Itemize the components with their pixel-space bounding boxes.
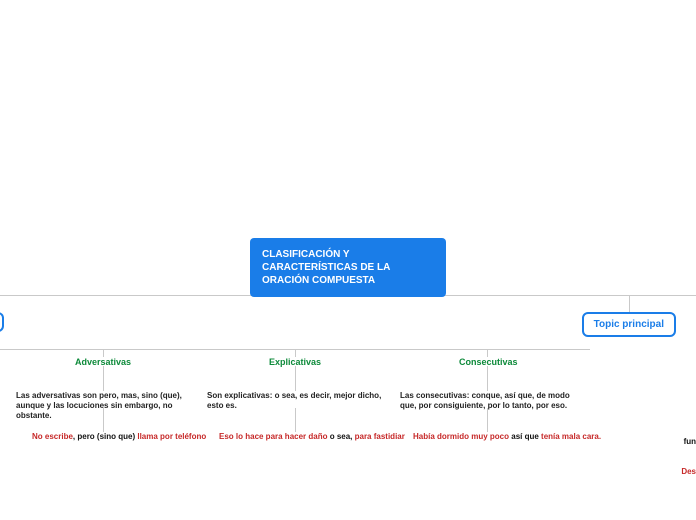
- col-explicativas-example: Eso lo hace para hacer daño o sea, para …: [219, 432, 405, 441]
- ex-exp-p3: para fastidiar: [355, 432, 405, 441]
- connector-h-main-right: [630, 295, 696, 296]
- col-explicativas-desc: Son explicativas: o sea, es decir, mejor…: [207, 391, 385, 411]
- topic-principal-label: Topic principal: [594, 319, 664, 330]
- col-adversativas-title[interactable]: Adversativas: [75, 357, 131, 367]
- conn-con-up: [487, 349, 488, 357]
- root-title: CLASIFICACIÓN Y CARACTERÍSTICAS DE LA OR…: [262, 249, 390, 286]
- conn-exp-up: [295, 349, 296, 357]
- connector-right-down: [629, 295, 630, 312]
- col-consecutivas-desc: Las consecutivas: conque, así que, de mo…: [400, 391, 575, 411]
- topic-edge-left[interactable]: [0, 312, 4, 332]
- ex-adv-p2: , pero (sino que): [73, 432, 137, 441]
- edge-text-des: Des: [681, 467, 696, 476]
- ex-con-p3: tenía mala cara.: [541, 432, 601, 441]
- col-adversativas-desc: Las adversativas son pero, mas, sino (qu…: [16, 391, 196, 421]
- ex-exp-p2: o sea,: [327, 432, 354, 441]
- conn-con-1: [487, 366, 488, 391]
- ex-exp-p1: Eso lo hace para hacer daño: [219, 432, 327, 441]
- conn-adv-up: [103, 349, 104, 357]
- ex-con-p2: así que: [509, 432, 541, 441]
- conn-exp-2: [295, 408, 296, 432]
- col-adversativas-example: No escribe, pero (sino que) llama por te…: [32, 432, 206, 441]
- ex-adv-p1: No escribe: [32, 432, 73, 441]
- col-consecutivas-example: Había dormido muy poco así que tenía mal…: [413, 432, 601, 441]
- edge-text-fun: fun: [684, 437, 696, 446]
- ex-adv-p3: llama por teléfono: [137, 432, 206, 441]
- conn-con-2: [487, 408, 488, 432]
- col-consecutivas-title[interactable]: Consecutivas: [459, 357, 518, 367]
- topic-principal-button[interactable]: Topic principal: [582, 312, 676, 337]
- col-explicativas-title[interactable]: Explicativas: [269, 357, 321, 367]
- ex-con-p1: Había dormido muy poco: [413, 432, 509, 441]
- conn-exp-1: [295, 366, 296, 391]
- root-node[interactable]: CLASIFICACIÓN Y CARACTERÍSTICAS DE LA OR…: [250, 238, 446, 297]
- conn-adv-1: [103, 366, 104, 391]
